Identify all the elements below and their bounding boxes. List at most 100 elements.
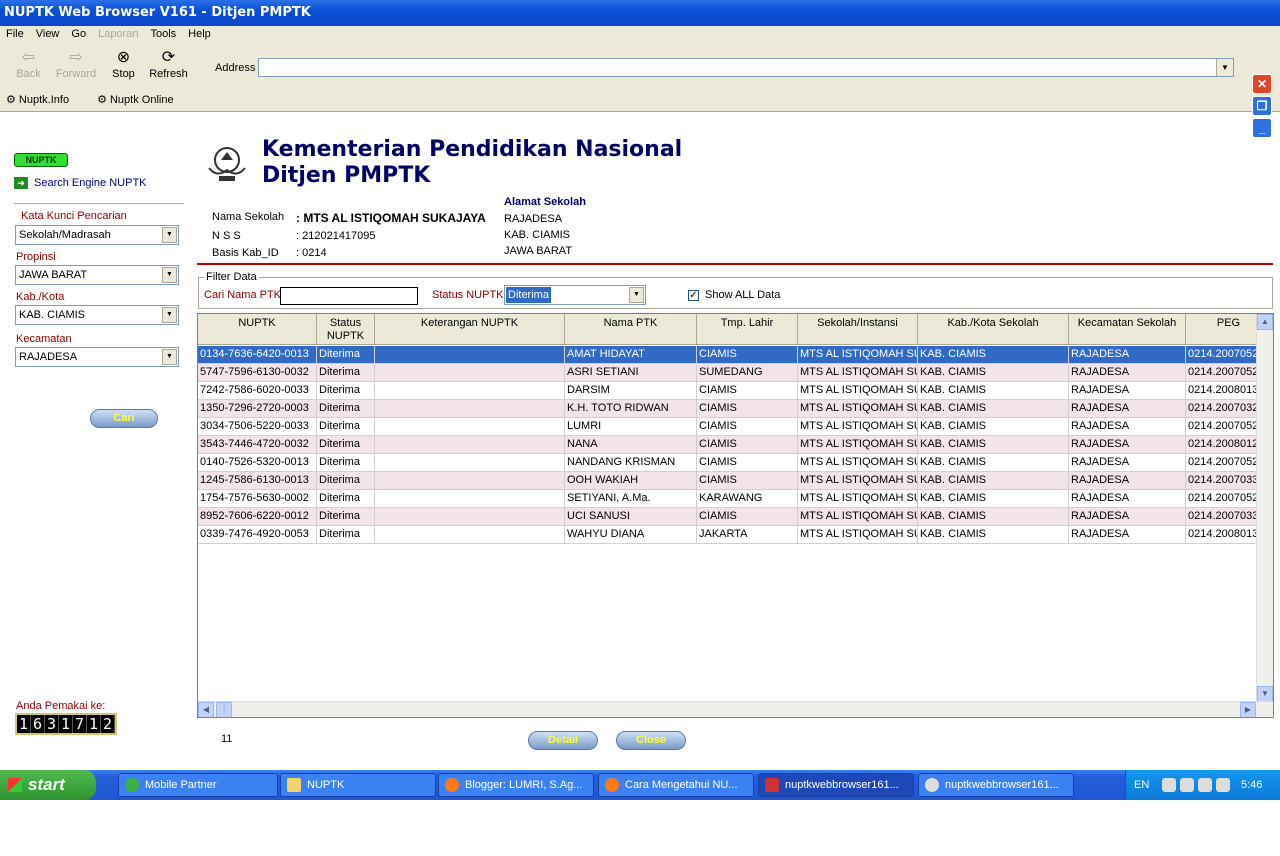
task-cara-mengetahui[interactable]: Cara Mengetahui NU... — [598, 773, 754, 797]
table-cell: NANA — [565, 436, 697, 454]
table-cell: MTS AL ISTIQOMAH SUK — [798, 526, 918, 544]
search-engine-link[interactable]: ➜ Search Engine NUPTK — [14, 177, 147, 189]
scroll-thumb[interactable]: ⋮ — [216, 702, 232, 717]
links-bar: ⚙ Nuptk.Info ⚙ Nuptk Online — [6, 93, 202, 106]
column-header[interactable]: Tmp. Lahir — [697, 314, 798, 345]
table-cell: ASRI SETIANI — [565, 364, 697, 382]
column-header[interactable]: Kab./Kota Sekolah — [918, 314, 1069, 345]
table-cell: Diterima — [317, 364, 375, 382]
table-row[interactable]: 0339-7476-4920-0053 Diterima WAHYU DIANA JA… — [198, 526, 1272, 544]
task-blogger[interactable]: Blogger: LUMRI, S.Ag... — [438, 773, 594, 797]
stop-button[interactable]: ⊗ Stop — [101, 48, 146, 86]
table-cell: Diterima — [317, 490, 375, 508]
start-button[interactable]: start — [0, 770, 96, 800]
back-arrow-icon: ⇦ — [21, 49, 36, 66]
table-row[interactable]: 1350-7296-2720-0003 Diterima K.H. TOTO RID… — [198, 400, 1272, 418]
address-input[interactable] — [258, 58, 1234, 77]
forward-arrow-icon: ⇨ — [69, 49, 83, 66]
table-row[interactable]: 5747-7596-6130-0032 Diterima ASRI SETIANI S… — [198, 364, 1272, 382]
back-button[interactable]: ⇦ Back — [6, 48, 51, 86]
refresh-button[interactable]: ⟳ Refresh — [146, 48, 191, 86]
address-label: Address — [215, 62, 256, 74]
column-header[interactable]: Status NUPTK — [317, 314, 375, 345]
forward-button[interactable]: ⇨ Forward — [51, 48, 101, 86]
table-cell — [375, 526, 565, 544]
table-cell: CIAMIS — [697, 454, 798, 472]
flag-icon — [765, 778, 779, 792]
column-header[interactable]: Keterangan NUPTK — [375, 314, 565, 345]
table-row[interactable]: 3543-7446-4720-0032 Diterima NANA CIAMIS MTS… — [198, 436, 1272, 454]
table-row[interactable]: 0140-7526-5320-0013 Diterima NANDANG KRISM… — [198, 454, 1272, 472]
table-cell — [375, 400, 565, 418]
column-header[interactable]: NUPTK — [198, 314, 317, 345]
table-cell: 7242-7586-6020-0033 — [198, 382, 317, 400]
detail-button[interactable]: Detail — [528, 731, 598, 750]
table-cell: K.H. TOTO RIDWAN — [565, 400, 697, 418]
horizontal-scrollbar[interactable]: ◀ ⋮ ▶ — [198, 701, 1273, 717]
table-cell: CIAMIS — [697, 346, 798, 364]
window-controls: ✕ ❐ _ — [1252, 74, 1274, 140]
task-nuptkwebbrowser-1[interactable]: nuptkwebbrowser161... — [758, 773, 914, 797]
vertical-scrollbar[interactable]: ▲ ▼ — [1256, 314, 1273, 702]
table-cell: CIAMIS — [697, 418, 798, 436]
table-row[interactable]: 0134-7636-6420-0013 Diterima AMAT HIDAYAT C… — [198, 346, 1272, 364]
network-icon[interactable] — [1180, 778, 1194, 792]
tray-back-icon[interactable] — [1162, 778, 1176, 792]
cari-nama-input[interactable] — [280, 287, 418, 305]
volume-icon[interactable] — [1198, 778, 1212, 792]
link-nuptk-online[interactable]: ⚙ Nuptk Online — [97, 93, 188, 106]
scroll-down-icon[interactable]: ▼ — [1257, 686, 1273, 702]
taskbar: start Mobile Partner NUPTK Blogger: LUMR… — [0, 770, 1280, 800]
kata-kunci-select[interactable]: Sekolah/Madrasah ▼ — [15, 225, 179, 245]
link-nuptk-info[interactable]: ⚙ Nuptk.Info — [6, 93, 83, 106]
menu-file[interactable]: File — [0, 26, 30, 44]
minimize-icon[interactable]: _ — [1252, 118, 1272, 138]
scroll-right-icon[interactable]: ▶ — [1240, 702, 1256, 717]
menu-go[interactable]: Go — [65, 26, 92, 44]
column-header[interactable]: Sekolah/Instansi — [798, 314, 918, 345]
task-nuptkwebbrowser-2[interactable]: nuptkwebbrowser161... — [918, 773, 1074, 797]
scroll-left-icon[interactable]: ◀ — [198, 702, 214, 717]
grid-header: NUPTK Status NUPTK Keterangan NUPTK Nama PTK… — [198, 314, 1272, 345]
show-all-checkbox[interactable]: ✓ — [688, 290, 699, 301]
column-header[interactable]: Kecamatan Sekolah — [1069, 314, 1186, 345]
column-header[interactable]: Nama PTK — [565, 314, 697, 345]
alamat-line: RAJADESA — [504, 213, 563, 225]
table-row[interactable]: 3034-7506-5220-0033 Diterima LUMRI CIAMIS MT… — [198, 418, 1272, 436]
restore-icon[interactable]: ❐ — [1252, 96, 1272, 116]
data-grid: NUPTK Status NUPTK Keterangan NUPTK Nama PTK… — [197, 313, 1274, 718]
table-cell: JAKARTA — [697, 526, 798, 544]
table-cell: RAJADESA — [1069, 400, 1186, 418]
table-cell: SETIYANI, A.Ma. — [565, 490, 697, 508]
menu-help[interactable]: Help — [182, 26, 217, 44]
kecamatan-select[interactable]: RAJADESA ▼ — [15, 347, 179, 367]
menu-view[interactable]: View — [30, 26, 66, 44]
kabkota-label: Kab./Kota — [16, 291, 65, 303]
table-row[interactable]: 1245-7586-6130-0013 Diterima OOH WAKIAH CIA… — [198, 472, 1272, 490]
security-icon[interactable] — [1216, 778, 1230, 792]
status-nuptk-select[interactable]: Diterima ▼ — [504, 285, 646, 305]
table-cell: KAB. CIAMIS — [918, 454, 1069, 472]
close-icon[interactable]: ✕ — [1252, 74, 1272, 94]
table-cell: RAJADESA — [1069, 364, 1186, 382]
address-dropdown-icon[interactable]: ▼ — [1216, 59, 1233, 76]
table-row[interactable]: 1754-7576-5630-0002 Diterima SETIYANI, A.M… — [198, 490, 1272, 508]
task-mobile-partner[interactable]: Mobile Partner — [118, 773, 278, 797]
propinsi-select[interactable]: JAWA BARAT ▼ — [15, 265, 179, 285]
refresh-icon: ⟳ — [161, 49, 176, 66]
filter-legend: Filter Data — [204, 271, 259, 283]
kabkota-select[interactable]: KAB. CIAMIS ▼ — [15, 305, 179, 325]
task-nuptk-folder[interactable]: NUPTK — [280, 773, 436, 797]
grid-body: 0134-7636-6420-0013 Diterima AMAT HIDAYAT C… — [198, 346, 1272, 544]
mobile-partner-icon — [125, 778, 139, 792]
table-cell: NANDANG KRISMAN — [565, 454, 697, 472]
cari-button[interactable]: Cari — [90, 409, 158, 428]
language-indicator[interactable]: EN — [1134, 779, 1149, 791]
close-button[interactable]: Close — [616, 731, 686, 750]
table-cell: 0134-7636-6420-0013 — [198, 346, 317, 364]
table-row[interactable]: 8952-7606-6220-0012 Diterima UCI SANUSI CIA… — [198, 508, 1272, 526]
status-nuptk-label: Status NUPTK — [432, 289, 504, 301]
table-row[interactable]: 7242-7586-6020-0033 Diterima DARSIM CIAMIS M… — [198, 382, 1272, 400]
menu-tools[interactable]: Tools — [144, 26, 182, 44]
scroll-up-icon[interactable]: ▲ — [1257, 314, 1273, 330]
